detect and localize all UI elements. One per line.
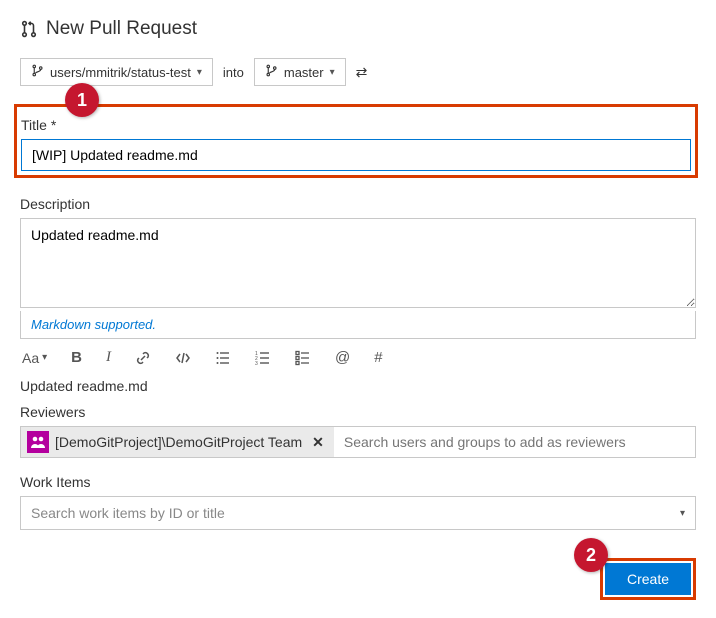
page-title: New Pull Request: [46, 18, 197, 40]
remove-reviewer-icon[interactable]: ✕: [308, 434, 328, 451]
reviewers-search-input[interactable]: [334, 428, 695, 456]
work-items-label: Work Items: [20, 474, 696, 490]
reviewer-chip-label: [DemoGitProject]\DemoGitProject Team: [55, 434, 302, 450]
chevron-down-icon: ▾: [330, 67, 335, 78]
footer-row: 2 Create: [20, 558, 696, 600]
reviewers-input-box[interactable]: [DemoGitProject]\DemoGitProject Team ✕: [20, 426, 696, 458]
mention-button[interactable]: @: [335, 349, 350, 366]
editor-toolbar: Aa▾ B I 123 @ #: [20, 339, 696, 378]
reviewers-label: Reviewers: [20, 404, 696, 420]
code-button[interactable]: [175, 350, 191, 366]
pull-request-icon: [20, 20, 38, 38]
hashtag-button[interactable]: #: [374, 349, 382, 366]
callout-badge-2: 2: [574, 538, 608, 572]
description-label: Description: [20, 196, 696, 212]
team-avatar-icon: [27, 431, 49, 453]
branch-icon: [265, 64, 278, 80]
source-branch-dropdown[interactable]: users/mmitrik/status-test ▾: [20, 58, 213, 86]
callout-badge-1: 1: [65, 83, 99, 117]
numbered-list-button[interactable]: 123: [255, 350, 271, 366]
into-label: into: [223, 65, 244, 80]
work-items-placeholder: Search work items by ID or title: [31, 505, 225, 521]
italic-button[interactable]: I: [106, 349, 111, 366]
description-preview: Updated readme.md: [20, 378, 696, 394]
bullet-list-button[interactable]: [215, 350, 231, 366]
chevron-down-icon: ▾: [197, 67, 202, 78]
page-header: New Pull Request: [20, 18, 696, 40]
chevron-down-icon: ▾: [680, 508, 685, 519]
title-label: Title: [21, 117, 691, 133]
link-button[interactable]: [135, 350, 151, 366]
markdown-supported-link[interactable]: Markdown supported.: [20, 311, 696, 339]
target-branch-dropdown[interactable]: master ▾: [254, 58, 346, 86]
title-input[interactable]: [21, 139, 691, 171]
swap-branches-icon[interactable]: ⇄: [356, 64, 368, 81]
reviewer-chip: [DemoGitProject]\DemoGitProject Team ✕: [21, 427, 334, 457]
title-highlight-box: 1 Title: [14, 104, 698, 178]
work-items-dropdown[interactable]: Search work items by ID or title ▾: [20, 496, 696, 530]
target-branch-name: master: [284, 65, 324, 80]
font-size-button[interactable]: Aa▾: [22, 350, 47, 366]
create-highlight-box: Create: [600, 558, 696, 600]
bold-button[interactable]: B: [71, 349, 82, 366]
checklist-button[interactable]: [295, 350, 311, 366]
branch-icon: [31, 64, 44, 80]
create-button[interactable]: Create: [605, 563, 691, 595]
description-textarea[interactable]: [20, 218, 696, 308]
branch-selector-row: users/mmitrik/status-test ▾ into master …: [20, 58, 696, 86]
source-branch-name: users/mmitrik/status-test: [50, 65, 191, 80]
svg-text:3: 3: [255, 361, 258, 366]
